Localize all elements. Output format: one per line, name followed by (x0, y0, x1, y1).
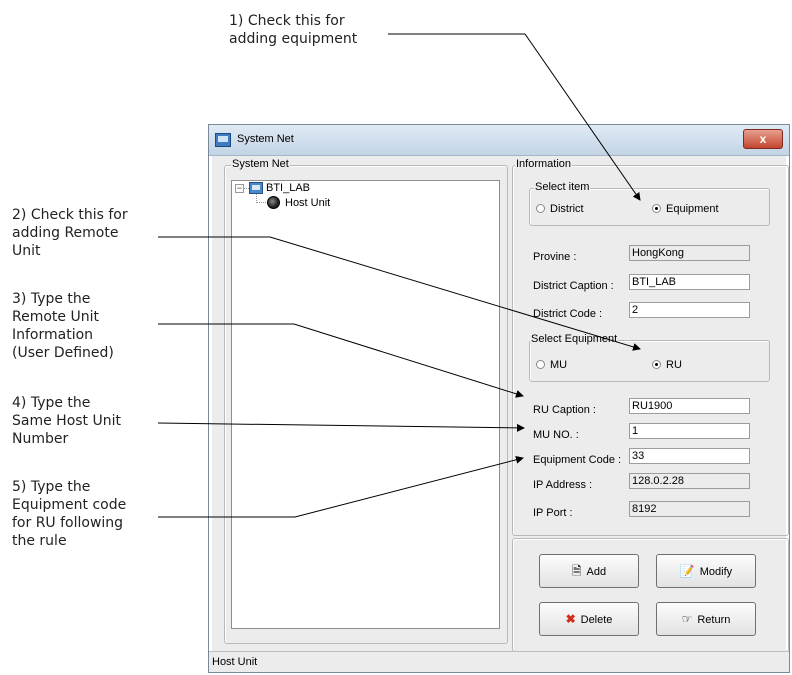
annotation-4-line: 4) Type the (12, 395, 91, 411)
radio-icon (652, 204, 661, 213)
select-equipment-group: Select Equipment MU RU (529, 333, 770, 382)
information-group: Information Select item District Equipme… (512, 158, 789, 536)
annotation-3: 3) Type the Remote Unit Information (Use… (12, 290, 114, 362)
host-unit-icon (267, 196, 280, 209)
return-icon: ☞ (681, 612, 693, 626)
annotation-5-line: for RU following (12, 515, 124, 531)
system-net-window: System Net x System Net − BTI_LAB Host U… (208, 124, 790, 673)
delete-button-label: Delete (580, 614, 613, 626)
annotation-4: 4) Type the Same Host Unit Number (12, 394, 121, 448)
annotation-3-line: (User Defined) (12, 345, 114, 361)
province-label: Provine : (533, 251, 577, 263)
tree-connector (256, 202, 266, 203)
district-caption-field[interactable]: BTI_LAB (629, 274, 750, 290)
expand-icon[interactable]: − (235, 184, 244, 193)
ip-address-field: 128.0.2.28 (629, 473, 750, 489)
modify-button-label: Modify (699, 566, 733, 578)
annotation-4-line: Same Host Unit (12, 413, 121, 429)
annotation-2: 2) Check this for adding Remote Unit (12, 206, 128, 260)
district-radio[interactable]: District (536, 203, 584, 215)
return-button-label: Return (697, 614, 731, 626)
delete-button[interactable]: ✖ Delete (539, 602, 639, 636)
add-button[interactable]: 🗎 Add (539, 554, 639, 588)
ru-caption-label: RU Caption : (533, 404, 596, 416)
annotation-1-line: 1) Check this for (229, 13, 345, 29)
tree-item-host-unit[interactable]: Host Unit (285, 197, 330, 209)
equipment-code-field[interactable]: 33 (629, 448, 750, 464)
ip-port-label: IP Port : (533, 507, 573, 519)
computer-icon (249, 182, 263, 194)
annotation-3-line: 3) Type the (12, 291, 91, 307)
close-button[interactable]: x (743, 129, 783, 149)
annotation-1-line: adding equipment (229, 31, 358, 47)
radio-icon (652, 360, 661, 369)
ip-port-field: 8192 (629, 501, 750, 517)
title-bar[interactable]: System Net x (209, 125, 789, 156)
system-net-group: System Net − BTI_LAB Host Unit (224, 158, 508, 644)
modify-icon: 📝 (679, 564, 695, 578)
mu-radio-label: MU (550, 359, 568, 371)
annotation-5-line: the rule (12, 533, 67, 549)
annotation-5-line: 5) Type the (12, 479, 91, 495)
return-button[interactable]: ☞ Return (656, 602, 756, 636)
annotation-2-line: Unit (12, 243, 41, 259)
district-radio-label: District (550, 203, 584, 215)
status-bar: Host Unit (209, 651, 789, 672)
select-item-group-title: Select item (534, 181, 591, 193)
district-code-label: District Code : (533, 308, 603, 320)
ru-radio[interactable]: RU (652, 359, 682, 371)
annotation-5-line: Equipment code (12, 497, 127, 513)
modify-button[interactable]: 📝 Modify (656, 554, 756, 588)
client-area: System Net − BTI_LAB Host Unit Informati… (212, 156, 789, 652)
ru-radio-label: RU (666, 359, 682, 371)
tree-item-bti-lab[interactable]: BTI_LAB (266, 182, 310, 194)
information-group-title: Information (515, 158, 573, 170)
status-text: Host Unit (212, 656, 258, 668)
close-icon: x (759, 132, 767, 146)
annotation-1: 1) Check this for adding equipment (229, 12, 357, 48)
radio-icon (536, 204, 545, 213)
equipment-radio[interactable]: Equipment (652, 203, 719, 215)
annotation-2-line: 2) Check this for (12, 207, 128, 223)
add-button-label: Add (586, 566, 607, 578)
equipment-code-label: Equipment Code : (533, 454, 622, 466)
window-title: System Net (237, 133, 294, 145)
mu-no-label: MU NO. : (533, 429, 579, 441)
mu-no-field[interactable]: 1 (629, 423, 750, 439)
app-icon (215, 133, 231, 147)
district-code-field[interactable]: 2 (629, 302, 750, 318)
add-icon: 🗎 (571, 564, 582, 578)
system-tree[interactable]: − BTI_LAB Host Unit (231, 180, 500, 629)
system-net-group-title: System Net (231, 158, 290, 170)
buttons-group: 🗎 Add 📝 Modify ✖ Delete ☞ Return (512, 538, 789, 652)
annotation-4-line: Number (12, 431, 69, 447)
select-equipment-group-title: Select Equipment (530, 333, 619, 345)
mu-radio[interactable]: MU (536, 359, 567, 371)
radio-icon (536, 360, 545, 369)
select-item-group: Select item District Equipment (529, 181, 770, 226)
ip-address-label: IP Address : (533, 479, 593, 491)
annotation-2-line: adding Remote (12, 225, 119, 241)
ru-caption-field[interactable]: RU1900 (629, 398, 750, 414)
delete-icon: ✖ (565, 612, 576, 626)
annotation-3-line: Remote Unit (12, 309, 99, 325)
annotation-3-line: Information (12, 327, 94, 343)
province-field: HongKong (629, 245, 750, 261)
district-caption-label: District Caption : (533, 280, 614, 292)
equipment-radio-label: Equipment (666, 203, 719, 215)
annotation-5: 5) Type the Equipment code for RU follow… (12, 478, 126, 550)
